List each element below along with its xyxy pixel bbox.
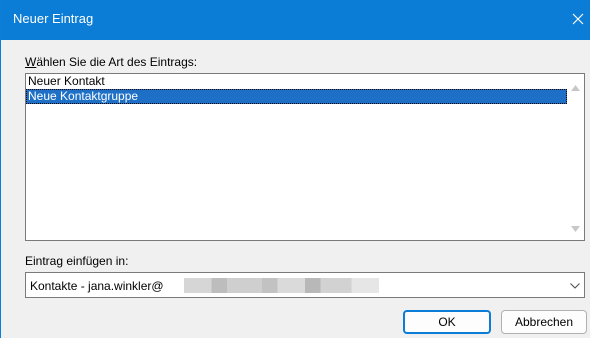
dropdown-button[interactable]	[566, 273, 584, 297]
list-item-new-contact-group[interactable]: Neue Kontaktgruppe	[26, 89, 567, 104]
insert-in-label: Eintrag einfügen in:	[25, 254, 129, 268]
scroll-up-button[interactable]	[567, 78, 584, 95]
title-bar: Neuer Eintrag	[1, 0, 590, 40]
dialog-title: Neuer Eintrag	[13, 11, 94, 26]
chevron-down-icon	[570, 278, 580, 292]
triangle-up-icon	[571, 80, 580, 94]
vertical-scrollbar[interactable]	[567, 74, 584, 240]
entry-type-listbox[interactable]: Neuer Kontakt Neue Kontaktgruppe	[25, 73, 585, 241]
entry-type-items: Neuer Kontakt Neue Kontaktgruppe	[26, 74, 567, 104]
list-item-new-contact[interactable]: Neuer Kontakt	[26, 74, 567, 89]
triangle-down-icon	[571, 221, 580, 235]
ok-button[interactable]: OK	[403, 310, 491, 334]
new-entry-dialog: Neuer Eintrag Wählen Sie die Art des Ein…	[0, 0, 590, 338]
redacted-email-domain	[184, 278, 379, 293]
close-button[interactable]	[565, 0, 590, 40]
cancel-button[interactable]: Abbrechen	[501, 310, 587, 334]
scroll-down-button[interactable]	[567, 219, 584, 236]
folder-select-value: Kontakte - jana.winkler@	[30, 279, 164, 293]
folder-select[interactable]: Kontakte - jana.winkler@	[25, 272, 585, 298]
entry-type-label: Wählen Sie die Art des Eintrags:	[25, 55, 198, 69]
close-icon	[572, 13, 584, 28]
